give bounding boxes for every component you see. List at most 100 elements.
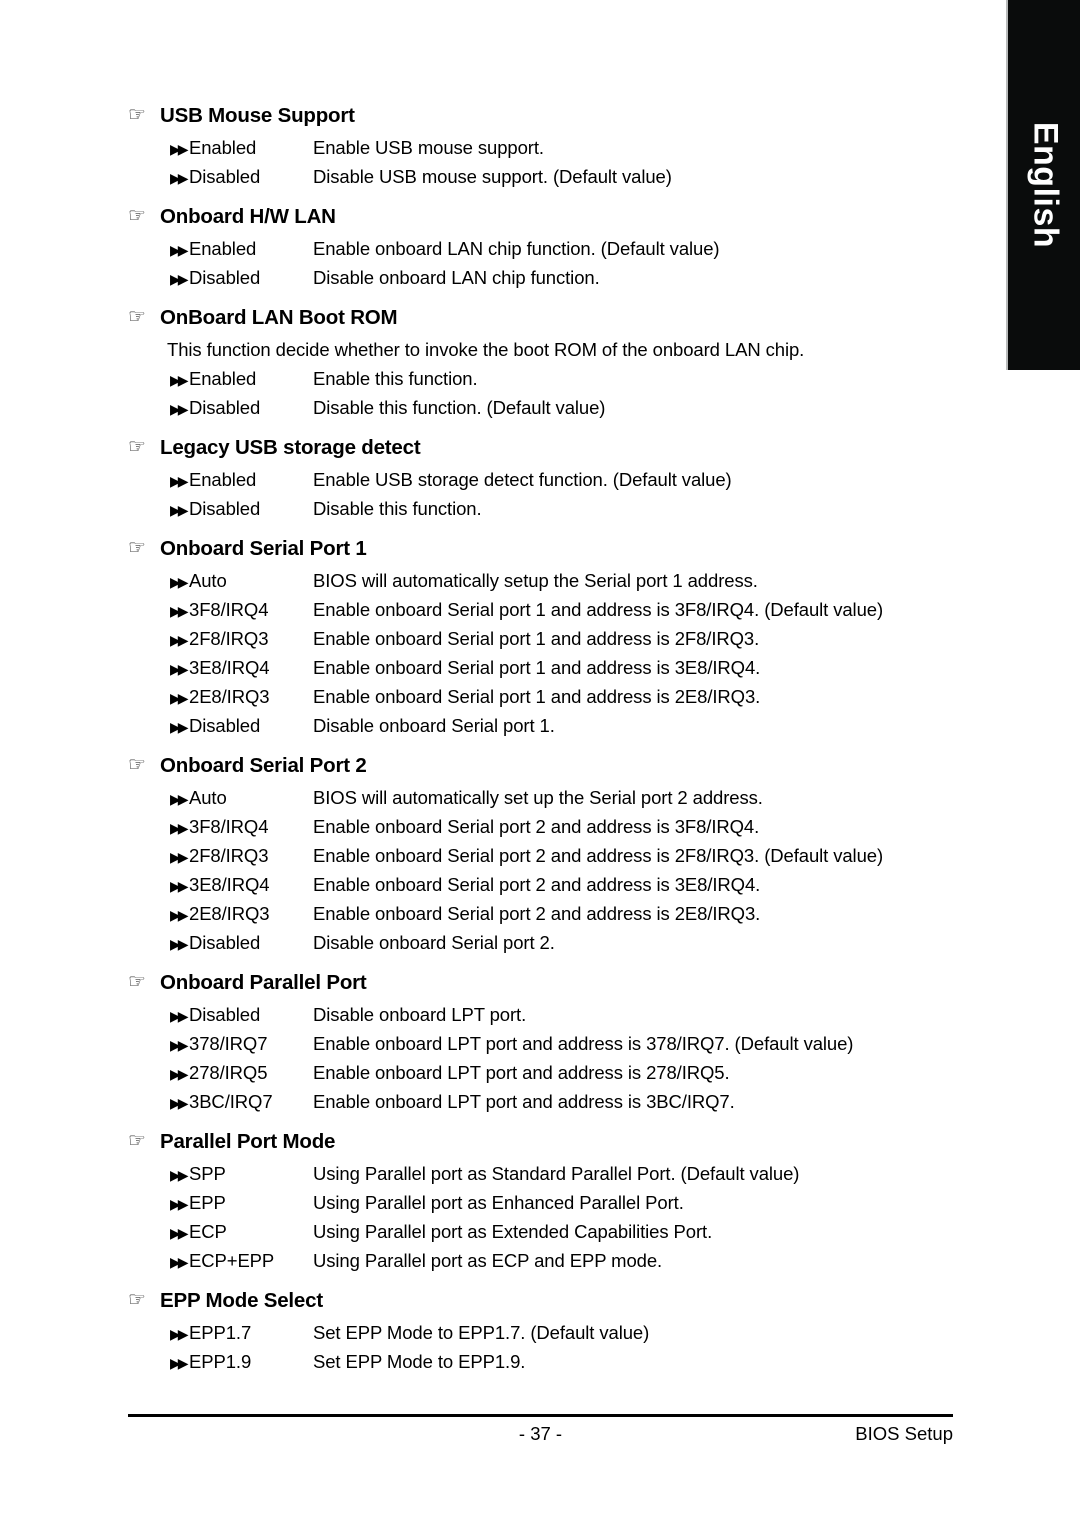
section-title: Onboard Serial Port 2 bbox=[160, 754, 367, 777]
double-arrow-icon: ▶▶ bbox=[170, 791, 189, 807]
option-row: ▶▶ Auto BIOS will automatically setup the … bbox=[170, 566, 958, 595]
option-row: ▶▶ ECP+EPP Using Parallel port as ECP and … bbox=[170, 1246, 958, 1275]
section-heading: ☞ USB Mouse Support bbox=[128, 104, 958, 133]
option-label: Disabled bbox=[189, 715, 261, 736]
footer-row: - 37 - BIOS Setup bbox=[128, 1419, 953, 1449]
double-arrow-icon: ▶▶ bbox=[170, 849, 189, 865]
double-arrow-icon: ▶▶ bbox=[170, 936, 189, 952]
double-arrow-icon: ▶▶ bbox=[170, 661, 189, 677]
double-arrow-icon: ▶▶ bbox=[170, 1254, 189, 1270]
option-description: Enable onboard LAN chip function. (Defau… bbox=[313, 238, 720, 259]
option-row: ▶▶ Auto BIOS will automatically set up the… bbox=[170, 783, 958, 812]
option-description: Using Parallel port as Standard Parallel… bbox=[313, 1163, 800, 1184]
section-title: Onboard H/W LAN bbox=[160, 205, 336, 228]
section-heading: ☞ Onboard Parallel Port bbox=[128, 971, 958, 1000]
option-row: ▶▶ 2F8/IRQ3 Enable onboard Serial port 1 a… bbox=[170, 624, 958, 653]
bios-option-section: ☞ Onboard Serial Port 1 ▶▶ Auto BIOS will au… bbox=[128, 537, 958, 740]
section-heading: ☞ Onboard H/W LAN bbox=[128, 205, 958, 234]
option-label: 3E8/IRQ4 bbox=[189, 874, 270, 895]
option-description: Disable onboard Serial port 2. bbox=[313, 932, 555, 953]
double-arrow-icon: ▶▶ bbox=[170, 1196, 189, 1212]
language-tab-label: English bbox=[1026, 121, 1065, 249]
option-description: Enable onboard Serial port 1 and address… bbox=[313, 628, 760, 649]
section-heading: ☞ Legacy USB storage detect bbox=[128, 436, 958, 465]
option-row: ▶▶ Enabled Enable this function. bbox=[170, 364, 958, 393]
double-arrow-icon: ▶▶ bbox=[170, 632, 189, 648]
double-arrow-icon: ▶▶ bbox=[170, 473, 189, 489]
bios-option-section: ☞ Legacy USB storage detect ▶▶ Enabled Enabl… bbox=[128, 436, 958, 523]
section-heading: ☞ Onboard Serial Port 2 bbox=[128, 754, 958, 783]
option-label: EPP bbox=[189, 1192, 226, 1213]
option-row: ▶▶ Enabled Enable USB storage detect funct… bbox=[170, 465, 958, 494]
option-label: 3F8/IRQ4 bbox=[189, 816, 269, 837]
pointing-hand-icon: ☞ bbox=[128, 1289, 146, 1311]
option-row: ▶▶ 2E8/IRQ3 Enable onboard Serial port 2 a… bbox=[170, 899, 958, 928]
double-arrow-icon: ▶▶ bbox=[170, 242, 189, 258]
option-row: ▶▶ 3F8/IRQ4 Enable onboard Serial port 2 a… bbox=[170, 812, 958, 841]
option-label: 378/IRQ7 bbox=[189, 1033, 268, 1054]
double-arrow-icon: ▶▶ bbox=[170, 271, 189, 287]
pointing-hand-icon: ☞ bbox=[128, 971, 146, 993]
option-description: Disable this function. (Default value) bbox=[313, 397, 606, 418]
option-description: Using Parallel port as Extended Capabili… bbox=[313, 1221, 713, 1242]
option-row: ▶▶ SPP Using Parallel port as Standard Par… bbox=[170, 1159, 958, 1188]
option-label: Enabled bbox=[189, 368, 257, 389]
double-arrow-icon: ▶▶ bbox=[170, 1066, 189, 1082]
option-row: ▶▶ 3BC/IRQ7 Enable onboard LPT port and ad… bbox=[170, 1087, 958, 1116]
section-heading: ☞ OnBoard LAN Boot ROM bbox=[128, 306, 958, 335]
option-label: 278/IRQ5 bbox=[189, 1062, 268, 1083]
option-description: Enable onboard LPT port and address is 2… bbox=[313, 1062, 730, 1083]
double-arrow-icon: ▶▶ bbox=[170, 719, 189, 735]
option-row: ▶▶ Disabled Disable this function. (Defaul… bbox=[170, 393, 958, 422]
option-label: ECP+EPP bbox=[189, 1250, 275, 1271]
option-label: 2F8/IRQ3 bbox=[189, 845, 269, 866]
option-label: 2E8/IRQ3 bbox=[189, 903, 270, 924]
section-title: OnBoard LAN Boot ROM bbox=[160, 306, 398, 329]
option-row: ▶▶ 3E8/IRQ4 Enable onboard Serial port 2 a… bbox=[170, 870, 958, 899]
footer-label: BIOS Setup bbox=[855, 1423, 953, 1444]
option-label: 3BC/IRQ7 bbox=[189, 1091, 273, 1112]
option-row: ▶▶ 2E8/IRQ3 Enable onboard Serial port 1 a… bbox=[170, 682, 958, 711]
double-arrow-icon: ▶▶ bbox=[170, 372, 189, 388]
option-label: EPP1.7 bbox=[189, 1322, 252, 1343]
option-row: ▶▶ 378/IRQ7 Enable onboard LPT port and ad… bbox=[170, 1029, 958, 1058]
option-label: 3E8/IRQ4 bbox=[189, 657, 270, 678]
pointing-hand-icon: ☞ bbox=[128, 537, 146, 559]
option-description: Using Parallel port as ECP and EPP mode. bbox=[313, 1250, 663, 1271]
language-tab-english: English bbox=[1006, 0, 1080, 370]
option-label: Auto bbox=[189, 570, 227, 591]
option-label: Enabled bbox=[189, 137, 257, 158]
double-arrow-icon: ▶▶ bbox=[170, 170, 189, 186]
option-label: 2E8/IRQ3 bbox=[189, 686, 270, 707]
option-row: ▶▶ Disabled Disable onboard Serial port 1. bbox=[170, 711, 958, 740]
option-description: BIOS will automatically setup the Serial… bbox=[313, 570, 758, 591]
option-row: ▶▶ Enabled Enable onboard LAN chip functio… bbox=[170, 234, 958, 263]
option-label: Enabled bbox=[189, 238, 257, 259]
option-row: ▶▶ EPP1.7 Set EPP Mode to EPP1.7. (Default… bbox=[170, 1318, 958, 1347]
option-label: Disabled bbox=[189, 932, 261, 953]
section-title: EPP Mode Select bbox=[160, 1289, 323, 1312]
double-arrow-icon: ▶▶ bbox=[170, 401, 189, 417]
option-description: Enable onboard Serial port 2 and address… bbox=[313, 816, 760, 837]
option-description: Enable onboard LPT port and address is 3… bbox=[313, 1091, 735, 1112]
double-arrow-icon: ▶▶ bbox=[170, 1008, 189, 1024]
section-title: USB Mouse Support bbox=[160, 104, 355, 127]
double-arrow-icon: ▶▶ bbox=[170, 907, 189, 923]
option-description: Enable onboard LPT port and address is 3… bbox=[313, 1033, 854, 1054]
option-description: Enable this function. bbox=[313, 368, 478, 389]
option-description: Enable USB mouse support. bbox=[313, 137, 544, 158]
section-heading: ☞ Onboard Serial Port 1 bbox=[128, 537, 958, 566]
double-arrow-icon: ▶▶ bbox=[170, 1225, 189, 1241]
bios-option-section: ☞ Onboard H/W LAN ▶▶ Enabled Enable onboard … bbox=[128, 205, 958, 292]
option-row: ▶▶ 2F8/IRQ3 Enable onboard Serial port 2 a… bbox=[170, 841, 958, 870]
section-heading: ☞ Parallel Port Mode bbox=[128, 1130, 958, 1159]
option-description: Set EPP Mode to EPP1.9. bbox=[313, 1351, 526, 1372]
pointing-hand-icon: ☞ bbox=[128, 104, 146, 126]
footer-divider bbox=[128, 1414, 953, 1417]
section-heading: ☞ EPP Mode Select bbox=[128, 1289, 958, 1318]
option-description: Disable onboard LAN chip function. bbox=[313, 267, 600, 288]
bios-option-section: ☞ EPP Mode Select ▶▶ EPP1.7 Set EPP Mode to … bbox=[128, 1289, 958, 1376]
bios-option-section: ☞ OnBoard LAN Boot ROM This function decid… bbox=[128, 306, 958, 422]
option-label: Disabled bbox=[189, 166, 261, 187]
option-label: SPP bbox=[189, 1163, 226, 1184]
